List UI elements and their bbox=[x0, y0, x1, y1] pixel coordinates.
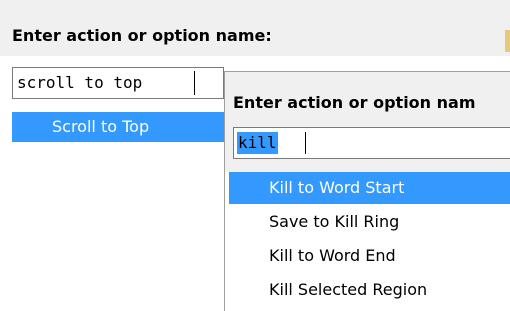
result-item-save-to-kill-ring[interactable]: Save to Kill Ring bbox=[229, 206, 510, 238]
selected-input-text: kill bbox=[237, 132, 278, 154]
popup-title: Enter action or option name: bbox=[12, 26, 272, 45]
result-item-label: Kill to Word Start bbox=[269, 178, 405, 197]
result-item-kill-to-word-start[interactable]: Kill to Word Start bbox=[229, 172, 510, 204]
find-action-popup-front: Enter action or option nam kill Kill to … bbox=[224, 71, 510, 311]
result-item-kill-selected-region[interactable]: Kill Selected Region bbox=[229, 274, 510, 306]
result-item-label: Save to Kill Ring bbox=[269, 212, 400, 231]
popup-title: Enter action or option nam bbox=[233, 93, 476, 112]
text-caret bbox=[194, 71, 195, 95]
result-item-scroll-to-top[interactable]: Scroll to Top bbox=[12, 112, 225, 142]
popup-header: Enter action or option nam kill bbox=[225, 72, 510, 172]
action-results-list: Kill to Word Start Save to Kill Ring Kil… bbox=[225, 172, 510, 311]
popup-header: Enter action or option name: bbox=[0, 0, 510, 56]
result-item-label: Scroll to Top bbox=[52, 117, 150, 136]
result-item-label: Kill to Word End bbox=[269, 246, 396, 265]
result-item-label: Kill Selected Region bbox=[269, 280, 428, 299]
action-results-list: Scroll to Top bbox=[0, 112, 225, 311]
text-caret bbox=[305, 132, 306, 154]
window-edge-accent bbox=[505, 30, 510, 52]
result-item-kill-to-word-end[interactable]: Kill to Word End bbox=[229, 240, 510, 272]
action-search-input[interactable]: scroll to top bbox=[12, 67, 224, 99]
screenshot-stage: Enter action or option name: scroll to t… bbox=[0, 0, 510, 311]
